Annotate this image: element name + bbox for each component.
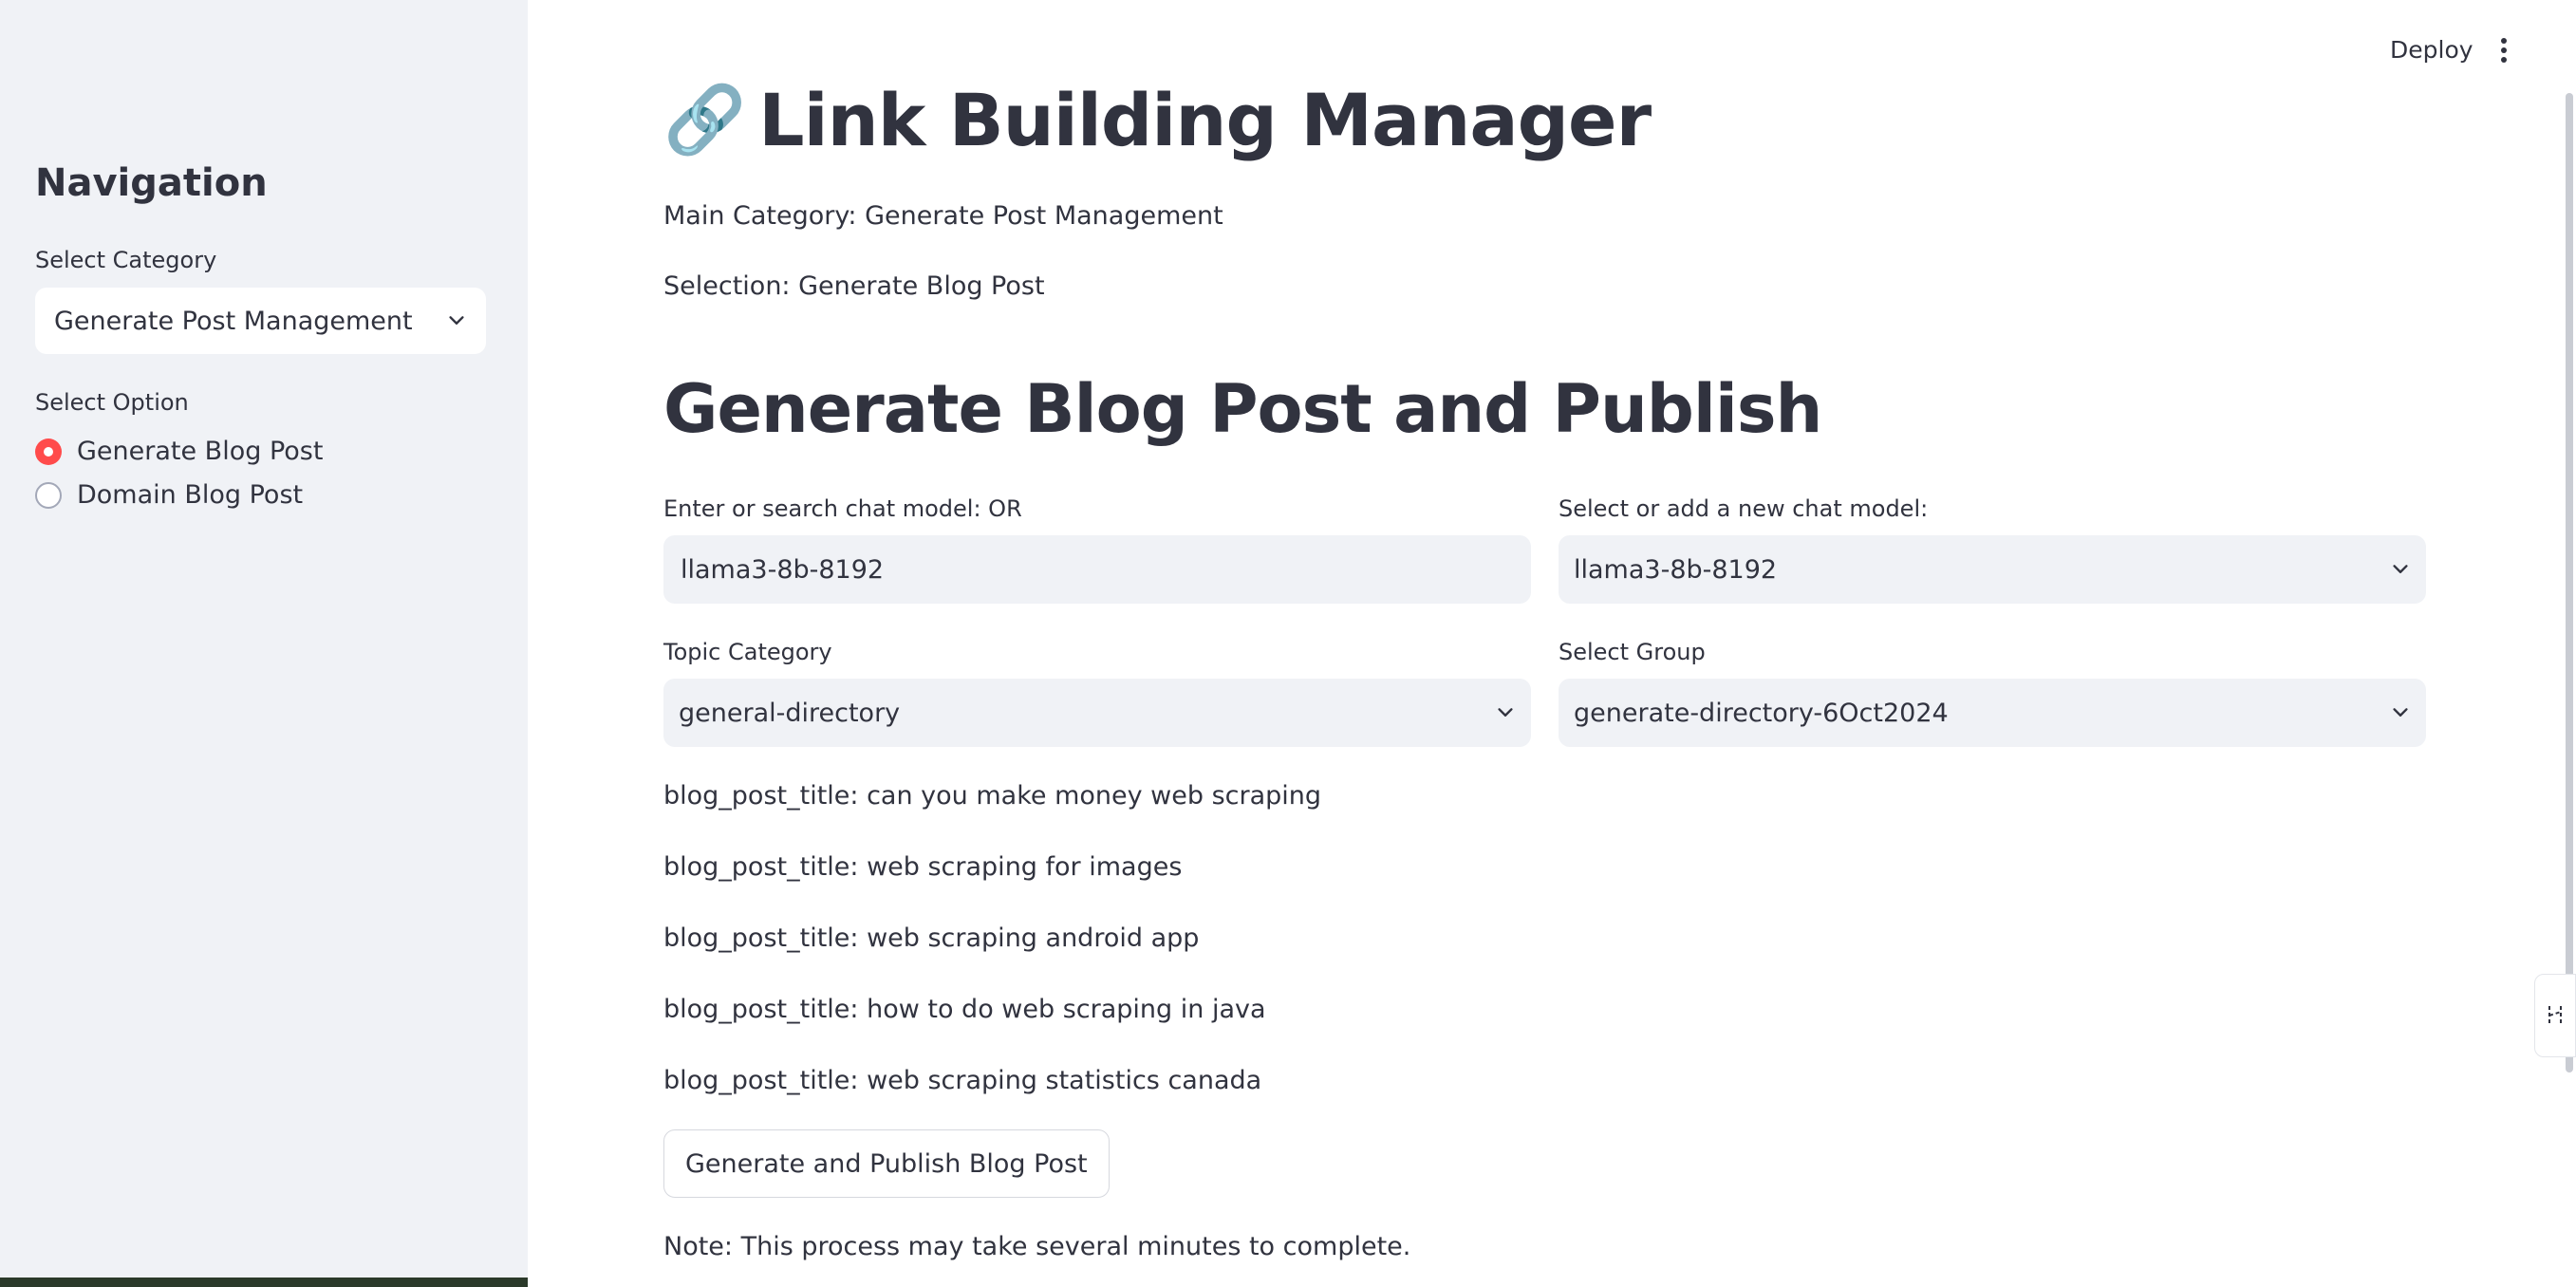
blog-post-title-item: blog_post_title: web scraping android ap…	[663, 923, 1200, 953]
group-select[interactable]: generate-directory-6Oct2024	[1559, 679, 2426, 747]
radio-label: Domain Blog Post	[77, 480, 304, 510]
deploy-button[interactable]: Deploy	[2390, 36, 2473, 64]
radio-label: Generate Blog Post	[77, 437, 324, 466]
blog-post-title-item: blog_post_title: web scraping statistics…	[663, 1066, 1262, 1095]
blog-post-title-item: blog_post_title: how to do web scraping …	[663, 995, 1266, 1024]
main-category-text: Main Category: Generate Post Management	[663, 201, 1223, 231]
topic-category-value: general-directory	[679, 698, 901, 728]
page-title: 🔗 Link Building Manager	[663, 78, 1652, 162]
topic-category-label: Topic Category	[663, 639, 832, 665]
chat-model-select[interactable]: llama3-8b-8192	[1559, 535, 2426, 604]
category-select[interactable]: Generate Post Management	[35, 288, 486, 354]
background-strip	[0, 1278, 528, 1287]
chevron-down-icon	[2393, 565, 2408, 573]
select-category-label: Select Category	[35, 247, 217, 273]
blog-post-title-item: blog_post_title: can you make money web …	[663, 781, 1322, 811]
radio-checked-icon	[35, 438, 62, 465]
chevron-down-icon	[1498, 708, 1513, 717]
link-icon: 🔗	[663, 81, 746, 159]
chat-model-input-field[interactable]	[663, 535, 1531, 604]
chat-model-select-value: llama3-8b-8192	[1574, 554, 1778, 585]
chat-model-input[interactable]	[679, 553, 1516, 586]
category-select-value: Generate Post Management	[54, 306, 413, 336]
topic-category-select[interactable]: general-directory	[663, 679, 1531, 747]
note-text: Note: This process may take several minu…	[663, 1232, 1411, 1261]
radio-domain-blog-post[interactable]: Domain Blog Post	[35, 480, 303, 510]
sidebar: Navigation Select Category Generate Post…	[0, 0, 528, 1287]
radio-unchecked-icon	[35, 481, 62, 509]
panel-handle-icon	[2548, 1006, 2562, 1025]
generate-publish-button[interactable]: Generate and Publish Blog Post	[663, 1129, 1110, 1198]
scrollbar[interactable]	[2566, 93, 2573, 1072]
page-title-text: Link Building Manager	[758, 78, 1652, 162]
select-group-label: Select Group	[1559, 639, 1706, 665]
blog-post-title-item: blog_post_title: web scraping for images	[663, 852, 1183, 882]
side-panel-toggle[interactable]	[2534, 974, 2576, 1057]
chat-model-input-label: Enter or search chat model: OR	[663, 495, 1022, 522]
select-option-label: Select Option	[35, 389, 189, 416]
selection-text: Selection: Generate Blog Post	[663, 271, 1045, 301]
chevron-down-icon	[449, 316, 464, 325]
chevron-down-icon	[2393, 708, 2408, 717]
sidebar-title: Navigation	[35, 161, 268, 205]
radio-generate-blog-post[interactable]: Generate Blog Post	[35, 437, 323, 466]
section-title: Generate Blog Post and Publish	[663, 370, 1822, 448]
group-select-value: generate-directory-6Oct2024	[1574, 698, 1949, 728]
chat-model-select-label: Select or add a new chat model:	[1559, 495, 1929, 522]
more-vertical-icon[interactable]	[2498, 38, 2510, 66]
